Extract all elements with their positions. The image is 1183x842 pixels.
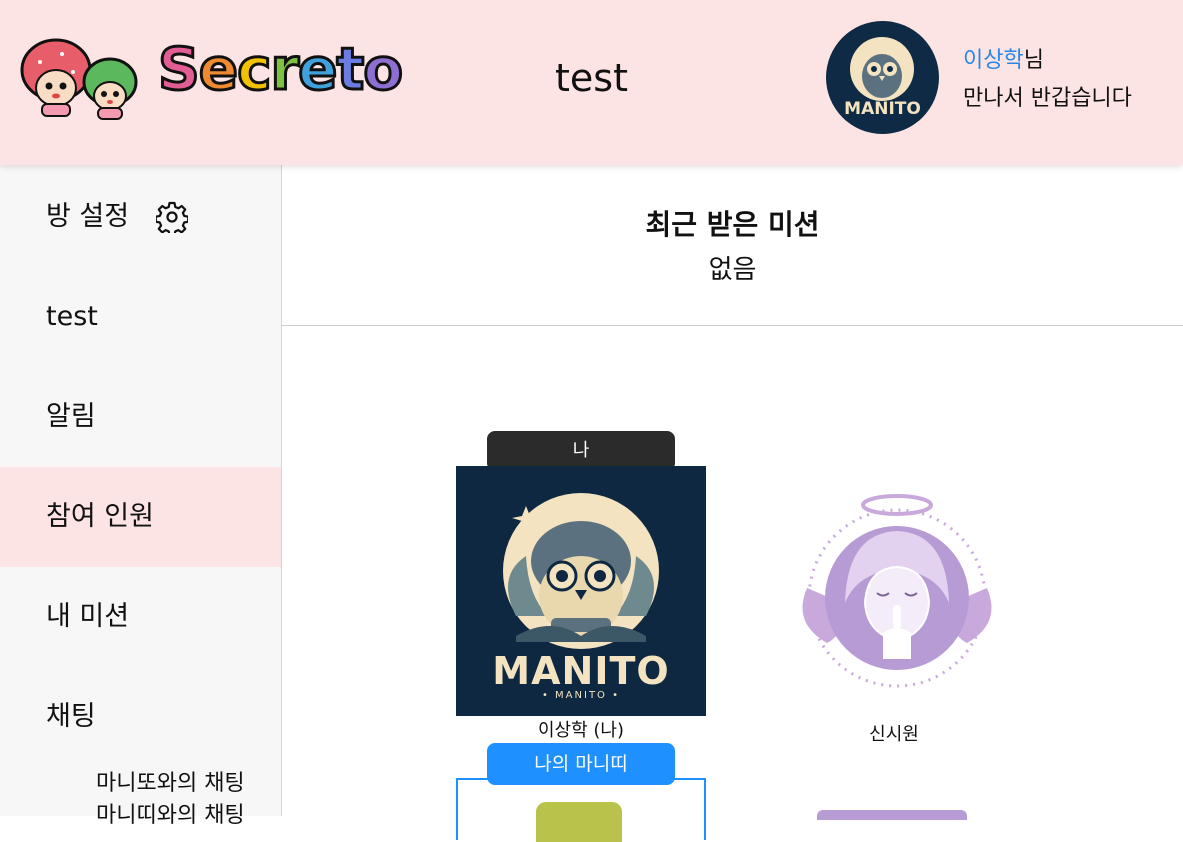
gear-icon	[156, 201, 188, 233]
chat-with-manitto[interactable]: 마니또와의 채팅	[96, 769, 245, 799]
sidebar-item-room-settings[interactable]: 방 설정	[0, 167, 281, 267]
sidebar-item-chat[interactable]: 채팅	[0, 667, 281, 767]
member-card-manitti[interactable]	[456, 778, 706, 842]
mission-value: 없음	[708, 255, 757, 285]
recent-mission: 최근 받은 미션 없음	[282, 165, 1183, 326]
manito-logo-text: MANITO	[492, 649, 670, 693]
header: Secreto test MANITO 이상학님 만나서 반갑습니다	[0, 0, 1183, 165]
sidebar-item-label: 채팅	[46, 701, 96, 732]
member-name-me: 이상학 (나)	[537, 720, 624, 741]
main-content: 최근 받은 미션 없음 나 MANITO • MANITO • 이상학 (나)	[282, 165, 1183, 842]
secreto-logo[interactable]: Secreto	[18, 32, 405, 122]
member-name-other: 신시원	[869, 724, 919, 745]
user-avatar[interactable]: MANITO	[826, 21, 939, 134]
me-badge: 나	[487, 431, 675, 471]
user-suffix: 님	[1023, 48, 1044, 73]
sidebar-item-notifications[interactable]: 알림	[0, 367, 281, 467]
greeting: 이상학님 만나서 반갑습니다	[963, 42, 1132, 118]
greeting-text: 만나서 반갑습니다	[963, 86, 1132, 111]
mascot-icon	[20, 38, 138, 120]
sidebar-item-room[interactable]: test	[0, 267, 281, 367]
sidebar-item-label: 방 설정	[46, 201, 130, 232]
sidebar-item-participants[interactable]: 참여 인원	[0, 467, 281, 567]
member-card-next[interactable]	[817, 810, 967, 820]
manitti-avatar	[536, 802, 622, 842]
manitti-badge: 나의 마니띠	[487, 743, 675, 785]
member-card-other[interactable]	[787, 483, 1037, 733]
mission-title: 최근 받은 미션	[645, 208, 820, 241]
manito-logo-sub: • MANITO •	[541, 690, 621, 701]
angel-icon	[802, 494, 992, 688]
member-card-me[interactable]: MANITO • MANITO •	[456, 466, 706, 716]
sidebar-item-label: 내 미션	[46, 601, 130, 632]
sidebar-item-my-mission[interactable]: 내 미션	[0, 567, 281, 667]
user-name[interactable]: 이상학	[963, 48, 1024, 73]
sidebar-item-label: 참여 인원	[46, 501, 154, 532]
sidebar: 방 설정 test 알림 참여 인원 내 미션 채팅 마니또와의 채팅 마니띠와…	[0, 165, 282, 828]
room-title: test	[555, 56, 628, 100]
chat-with-manitti[interactable]: 마니띠와의 채팅	[96, 801, 245, 831]
avatar-label: MANITO	[844, 99, 921, 119]
brand-name: Secreto	[157, 35, 405, 103]
sidebar-item-label: 알림	[46, 401, 96, 432]
sidebar-item-label: test	[46, 301, 98, 332]
